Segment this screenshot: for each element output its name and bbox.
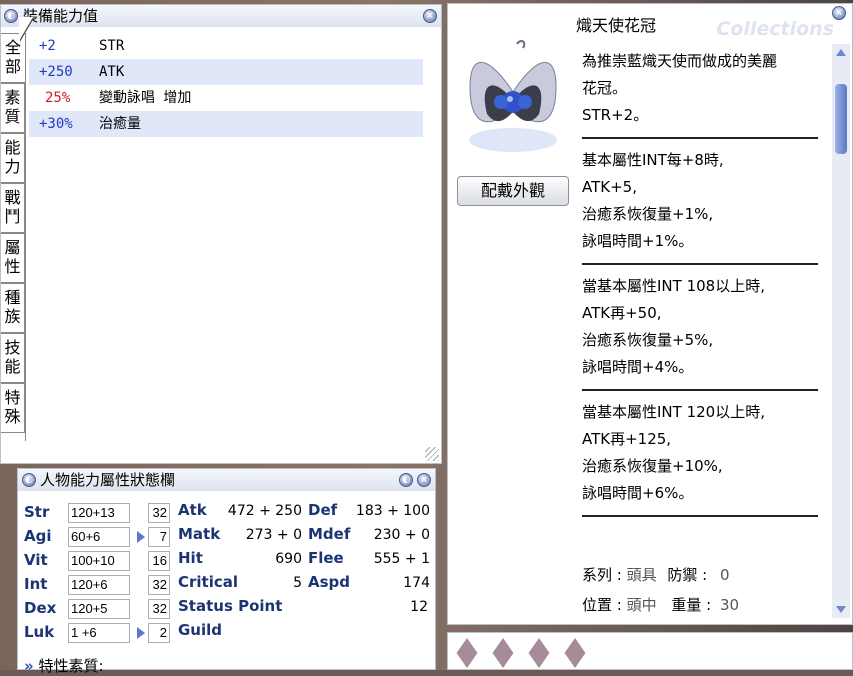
- flee-label: Flee: [308, 549, 344, 567]
- equip-stat-row: +250 ATK: [29, 59, 423, 85]
- status-window-titlebar[interactable]: ◐ 人物能力屬性狀態欄 ◐ ×: [18, 469, 435, 491]
- def-value: 0: [720, 566, 730, 584]
- equipment-stats-window: ◐ 裝備能力值 × 全部 素質 能力 戰鬥 屬性 種族 技能 特殊 +2 STR…: [0, 4, 442, 464]
- minimize-icon[interactable]: ◐: [22, 473, 36, 487]
- stat-cost-int: 32: [148, 575, 170, 595]
- chevron-down-icon[interactable]: »: [24, 657, 34, 675]
- divider: [582, 263, 818, 265]
- tab-special[interactable]: 特殊: [1, 383, 25, 433]
- stat-cost-agi: 7: [148, 527, 170, 547]
- equip-stat-row: +30% 治癒量: [29, 111, 423, 137]
- item-footer: 系列 : 頭具 防禦 : 0 位置 : 頭中 重量 : 30: [582, 560, 802, 620]
- tab-ability[interactable]: 能力: [1, 133, 25, 183]
- guild-label: Guild: [178, 621, 223, 639]
- stat-value-agi: 60+6: [68, 527, 130, 547]
- weight-value: 30: [720, 596, 740, 614]
- atk-value: 472 + 250: [227, 503, 302, 519]
- atk-label: Atk: [178, 501, 207, 519]
- weight-label: 重量 :: [671, 596, 712, 614]
- trait-section[interactable]: » 特性素質:: [24, 655, 104, 676]
- close-icon[interactable]: ×: [832, 6, 846, 20]
- critical-value: 5: [293, 575, 302, 591]
- scroll-thumb[interactable]: [835, 84, 847, 154]
- stat-value-int: 120+6: [68, 575, 130, 595]
- hit-label: Hit: [178, 549, 203, 567]
- matk-label: Matk: [178, 525, 221, 543]
- mouse-cursor-icon: [19, 17, 33, 41]
- stat-label-luk: Luk: [24, 623, 55, 641]
- character-status-window: ◐ 人物能力屬性狀態欄 ◐ × Str 120+13 32 Agi 60+6 7…: [17, 468, 436, 675]
- def-label: Def: [308, 501, 338, 519]
- stat-cost-str: 32: [148, 503, 170, 523]
- position-label: 位置 :: [582, 596, 622, 614]
- equip-stat-row: 25% 變動詠唱 增加: [45, 90, 192, 106]
- mdef-value: 230 + 0: [373, 527, 430, 543]
- stat-label-dex: Dex: [24, 599, 57, 617]
- description-scrollbar[interactable]: [832, 44, 850, 618]
- stat-value-str: 120+13: [68, 503, 130, 523]
- equip-window-title: 裝備能力值: [23, 7, 99, 25]
- position-value: 頭中: [626, 596, 657, 614]
- stat-value-vit: 100+10: [68, 551, 130, 571]
- trait-label: 特性素質:: [38, 657, 104, 675]
- divider: [582, 389, 818, 391]
- aspd-value: 174: [403, 575, 430, 591]
- scroll-down-icon[interactable]: [834, 602, 848, 616]
- diamond-icon: [528, 638, 550, 668]
- stat-cost-dex: 32: [148, 599, 170, 619]
- tab-combat[interactable]: 戰鬥: [1, 183, 25, 233]
- equip-appearance-button[interactable]: 配戴外觀: [457, 176, 569, 206]
- collections-watermark: Collections: [716, 18, 834, 40]
- item-image: [457, 22, 569, 170]
- tab-skill[interactable]: 技能: [1, 333, 25, 383]
- restore-icon[interactable]: ◐: [399, 473, 413, 487]
- equip-category-tabs: 全部 素質 能力 戰鬥 屬性 種族 技能 特殊: [1, 33, 25, 433]
- raise-agi-icon[interactable]: [136, 530, 146, 544]
- scroll-up-icon[interactable]: [834, 46, 848, 60]
- item-description: 為推崇藍熾天使而做成的美麗 花冠。 STR+2。 基本屬性INT每+8時, AT…: [582, 48, 820, 525]
- def-value: 183 + 100: [355, 503, 430, 519]
- def-label: 防禦 :: [667, 566, 708, 584]
- stat-label-vit: Vit: [24, 551, 48, 569]
- item-description-window: Collections × 配戴外觀 熾天使花冠 為推崇藍熾天使而做成的美麗 花…: [447, 3, 853, 625]
- close-icon[interactable]: ×: [417, 473, 431, 487]
- type-label: 系列 :: [582, 566, 622, 584]
- divider: [582, 137, 818, 139]
- diamond-icon: [492, 638, 514, 668]
- minimize-icon[interactable]: ◐: [4, 9, 18, 23]
- tab-race[interactable]: 種族: [1, 283, 25, 333]
- raise-luk-icon[interactable]: [136, 626, 146, 640]
- stat-cost-vit: 16: [148, 551, 170, 571]
- tab-base-stats[interactable]: 素質: [1, 83, 25, 133]
- flee-value: 555 + 1: [373, 551, 430, 567]
- equip-stat-row: +2 STR: [39, 38, 125, 54]
- stat-value-dex: 120+5: [68, 599, 130, 619]
- resize-grip[interactable]: [425, 447, 439, 461]
- stat-label-agi: Agi: [24, 527, 52, 545]
- decorative-bar: [447, 632, 853, 670]
- status-point-label: Status Point: [178, 597, 283, 615]
- critical-label: Critical: [178, 573, 239, 591]
- stat-label-int: Int: [24, 575, 48, 593]
- hit-value: 690: [275, 551, 302, 567]
- stat-label-str: Str: [24, 503, 50, 521]
- matk-value: 273 + 0: [245, 527, 302, 543]
- wing-crown-icon: [469, 40, 557, 152]
- diamond-icon: [456, 638, 478, 668]
- type-value: 頭具: [626, 566, 657, 584]
- equip-window-titlebar[interactable]: ◐ 裝備能力值 ×: [1, 5, 441, 27]
- stat-cost-luk: 2: [148, 623, 170, 643]
- item-name: 熾天使花冠: [576, 16, 657, 35]
- divider: [582, 515, 818, 517]
- tab-element[interactable]: 屬性: [1, 233, 25, 283]
- status-window-title: 人物能力屬性狀態欄: [40, 471, 176, 489]
- status-point-value: 12: [410, 599, 428, 615]
- stat-value-luk: 1 +6: [68, 623, 130, 643]
- close-icon[interactable]: ×: [423, 9, 437, 23]
- diamond-icon: [564, 638, 586, 668]
